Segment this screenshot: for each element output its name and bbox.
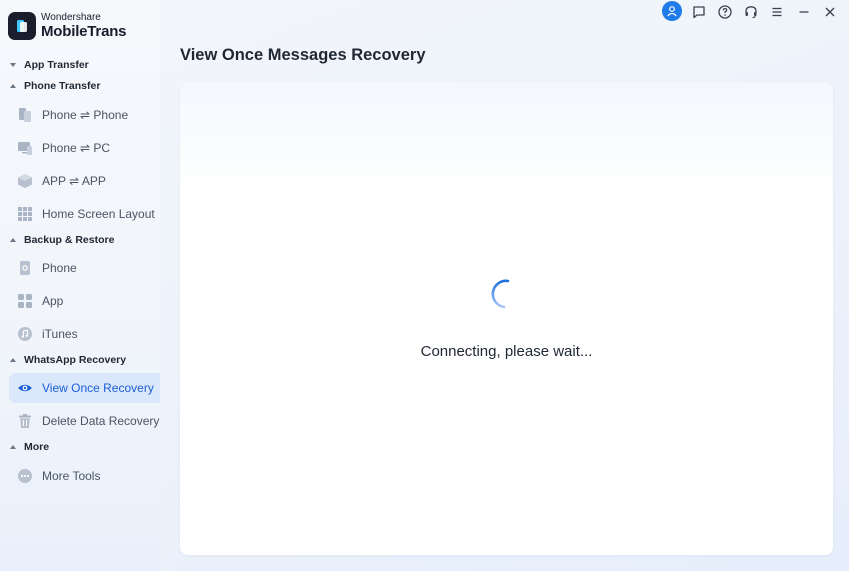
section-whatsapp-recovery[interactable]: WhatsApp Recovery [10, 353, 126, 367]
content-card: Connecting, please wait... [180, 82, 833, 555]
more-icon [17, 468, 33, 484]
trash-icon [17, 413, 33, 429]
apps-icon [17, 293, 33, 309]
sidebar-item-home-screen-layout[interactable]: Home Screen Layout [9, 199, 160, 229]
connection-status-text: Connecting, please wait... [420, 343, 593, 360]
section-backup-restore[interactable]: Backup & Restore [10, 233, 114, 247]
loading-spinner-icon [488, 278, 518, 310]
section-label: WhatsApp Recovery [24, 354, 127, 366]
support-headset-icon[interactable] [742, 3, 760, 21]
mobiletrans-logo-icon [8, 12, 36, 40]
account-avatar-icon[interactable] [662, 1, 682, 21]
section-phone-transfer[interactable]: Phone Transfer [10, 79, 100, 93]
sidebar-item-delete-data-recovery[interactable]: Delete Data Recovery [9, 406, 160, 436]
caret-up-icon [10, 358, 16, 362]
section-label: Phone Transfer [24, 80, 101, 92]
sidebar-item-label: View Once Recovery [42, 381, 154, 395]
sidebar-item-label: More Tools [42, 469, 101, 483]
caret-up-icon [10, 84, 16, 88]
brand-name: MobileTrans [41, 23, 127, 40]
close-icon[interactable] [821, 3, 839, 21]
menu-icon[interactable] [768, 3, 786, 21]
itunes-icon [17, 326, 33, 342]
app-box-icon [17, 173, 33, 189]
section-label: App Transfer [24, 59, 89, 71]
minimize-icon[interactable] [795, 3, 813, 21]
sidebar-item-label: Delete Data Recovery [42, 414, 160, 428]
sidebar-item-label: Phone [42, 261, 77, 275]
sidebar-item-phone-to-phone[interactable]: Phone ⇌ Phone [9, 100, 160, 130]
sidebar: Wondershare MobileTrans App Transfer Pho… [0, 0, 160, 571]
eye-icon [17, 380, 33, 396]
caret-up-icon [10, 445, 16, 449]
phone-pc-icon [17, 140, 33, 156]
phone-backup-icon [17, 260, 33, 276]
sidebar-item-label: Home Screen Layout [42, 207, 155, 221]
sidebar-item-label: App [42, 294, 64, 308]
sidebar-item-label: APP ⇌ APP [42, 174, 106, 188]
sidebar-item-phone-backup[interactable]: Phone [9, 253, 160, 283]
help-icon[interactable] [716, 3, 734, 21]
sidebar-item-app-to-app[interactable]: APP ⇌ APP [9, 166, 160, 196]
phone-transfer-icon [17, 107, 33, 123]
caret-up-icon [10, 238, 16, 242]
sidebar-item-label: iTunes [42, 327, 78, 341]
section-label: Backup & Restore [24, 234, 115, 246]
sidebar-item-label: Phone ⇌ PC [42, 141, 111, 155]
page-title: View Once Messages Recovery [180, 46, 426, 64]
sidebar-item-itunes[interactable]: iTunes [9, 319, 160, 349]
sidebar-item-label: Phone ⇌ Phone [42, 108, 129, 122]
sidebar-item-view-once-recovery[interactable]: View Once Recovery [9, 373, 160, 403]
section-app-transfer[interactable]: App Transfer [10, 58, 89, 72]
section-more[interactable]: More [10, 440, 49, 454]
sidebar-item-more-tools[interactable]: More Tools [9, 461, 160, 491]
feedback-icon[interactable] [690, 3, 708, 21]
sidebar-item-phone-to-pc[interactable]: Phone ⇌ PC [9, 133, 160, 163]
brand: Wondershare MobileTrans [8, 12, 127, 40]
grid-icon [17, 206, 33, 222]
section-label: More [24, 441, 50, 453]
sidebar-item-app-backup[interactable]: App [9, 286, 160, 316]
caret-down-icon [10, 63, 16, 67]
brand-company: Wondershare [41, 12, 101, 23]
